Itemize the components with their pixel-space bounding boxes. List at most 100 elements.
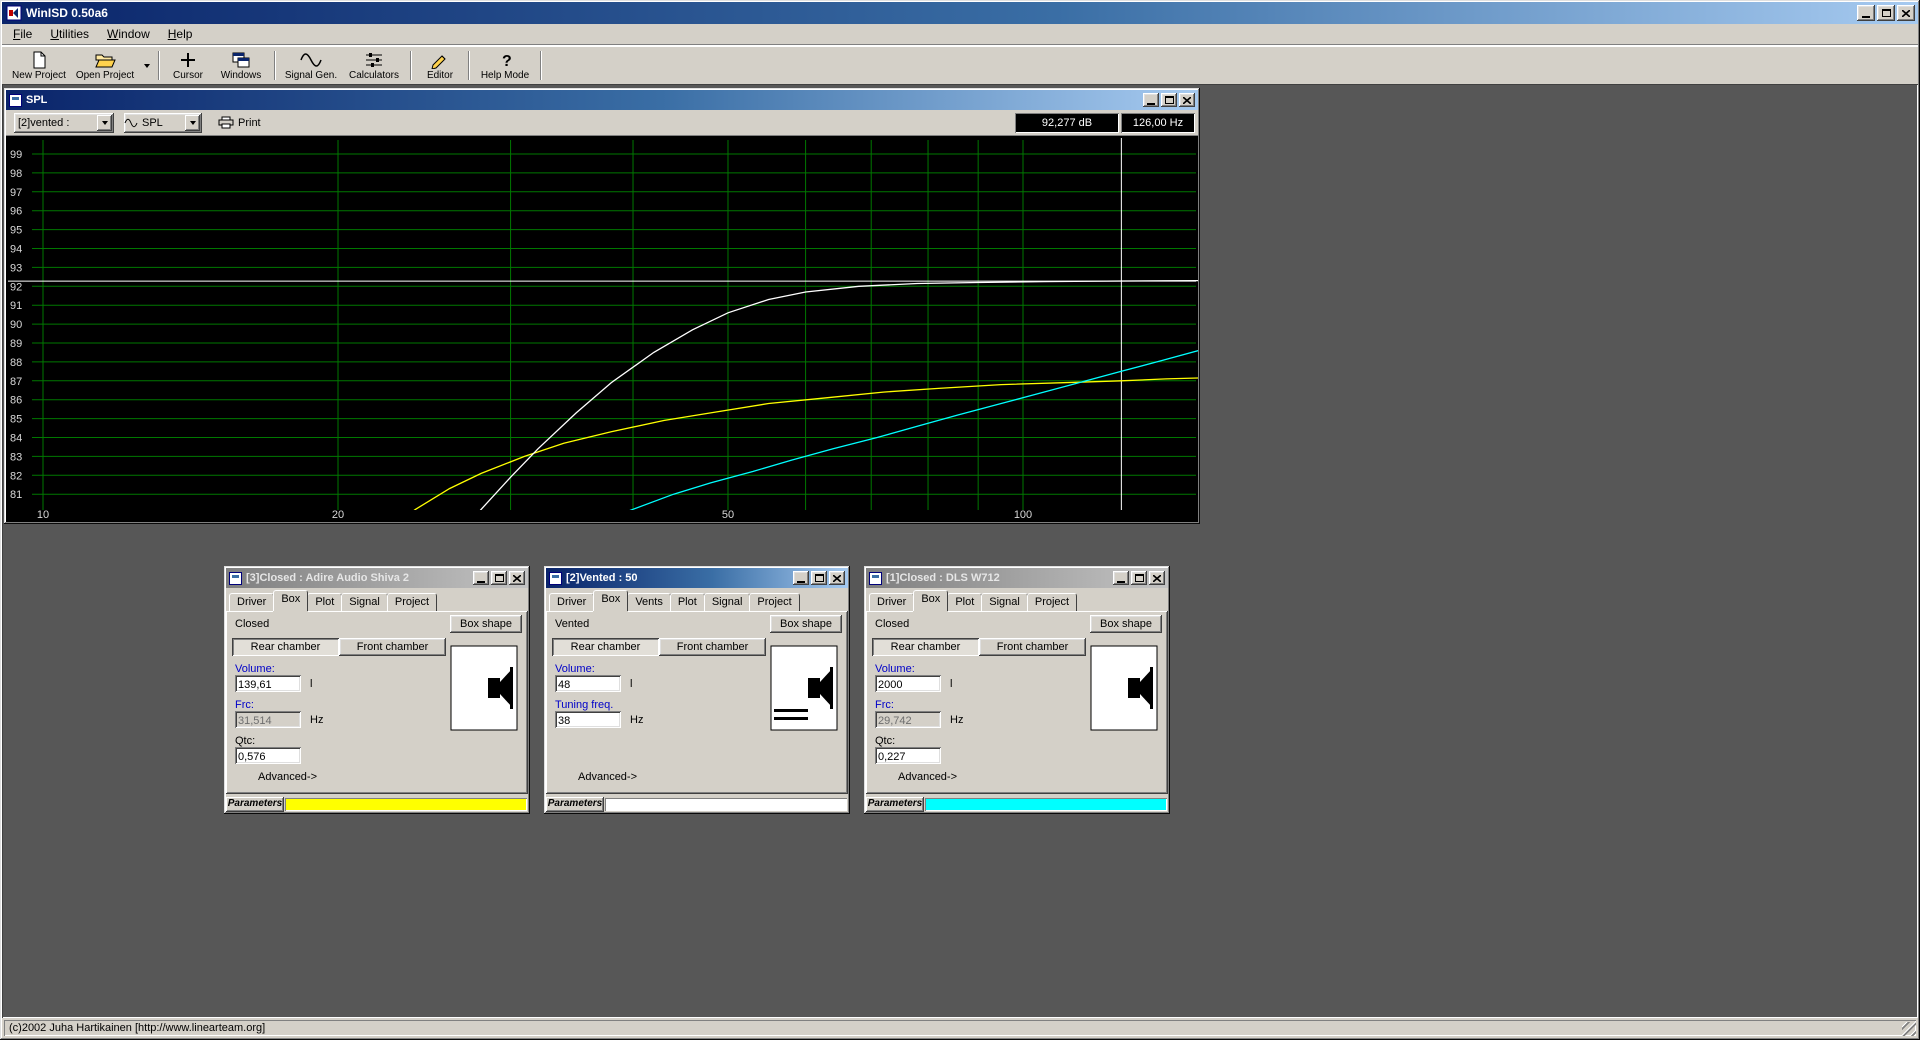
box-shape-button[interactable]: Box shape	[450, 615, 522, 633]
window-titlebar[interactable]: [3]Closed : Adire Audio Shiva 2	[226, 568, 528, 588]
spl-chart-canvas[interactable]: 9998979695949392919089888786858483828110…	[6, 136, 1198, 522]
tab-box[interactable]: Box	[273, 590, 308, 611]
menu-file[interactable]: File	[4, 24, 41, 44]
close-button[interactable]	[1149, 571, 1165, 585]
tab-project[interactable]: Project	[749, 593, 799, 611]
tuning-freq-input[interactable]	[555, 711, 621, 728]
volume-unit: l	[630, 678, 632, 690]
svg-text:84: 84	[10, 433, 22, 445]
svg-text:83: 83	[10, 451, 22, 463]
new-project-button[interactable]: New Project	[8, 48, 70, 83]
curve-color-stripe	[925, 798, 1167, 811]
qtc-label: Qtc:	[875, 735, 895, 747]
close-button[interactable]	[1179, 93, 1195, 107]
window-title: [3]Closed : Adire Audio Shiva 2	[246, 572, 409, 584]
front-chamber-button[interactable]: Front chamber	[659, 638, 766, 656]
qtc-input[interactable]	[235, 747, 301, 764]
front-chamber-button[interactable]: Front chamber	[339, 638, 446, 656]
volume-input[interactable]	[875, 675, 941, 692]
tab-box[interactable]: Box	[913, 590, 948, 611]
tuning-freq-label: Tuning freq.	[555, 699, 613, 711]
front-chamber-button[interactable]: Front chamber	[979, 638, 1086, 656]
volume-input[interactable]	[235, 675, 301, 692]
tab-project[interactable]: Project	[387, 593, 437, 611]
advanced-button[interactable]: Advanced->	[258, 771, 317, 783]
maximize-button[interactable]	[1131, 571, 1147, 585]
open-project-button[interactable]: Open Project	[70, 48, 140, 83]
close-button[interactable]	[829, 571, 845, 585]
tab-project[interactable]: Project	[1027, 593, 1077, 611]
volume-input[interactable]	[555, 675, 621, 692]
minimize-button[interactable]	[1143, 93, 1159, 107]
minimize-button[interactable]	[473, 571, 489, 585]
qtc-input[interactable]	[875, 747, 941, 764]
box-shape-button[interactable]: Box shape	[770, 615, 842, 633]
volume-label: Volume:	[555, 663, 595, 675]
menu-window[interactable]: Window	[98, 24, 159, 44]
open-project-dropdown-icon[interactable]	[144, 64, 150, 68]
rear-chamber-button[interactable]: Rear chamber	[552, 638, 659, 656]
tab-signal[interactable]: Signal	[704, 593, 751, 611]
resize-grip[interactable]	[1902, 1022, 1916, 1036]
spl-chart[interactable]: 9998979695949392919089888786858483828110…	[6, 136, 1198, 522]
parameters-tab[interactable]: Parameters	[546, 797, 604, 812]
tab-plot[interactable]: Plot	[947, 593, 982, 611]
tab-vents[interactable]: Vents	[627, 593, 671, 611]
close-button[interactable]	[509, 571, 525, 585]
close-button[interactable]	[1897, 5, 1915, 21]
spl-window-title: SPL	[26, 94, 47, 106]
tab-driver[interactable]: Driver	[869, 593, 914, 611]
open-project-icon	[94, 51, 116, 69]
tab-driver[interactable]: Driver	[549, 593, 594, 611]
app-title: WinISD 0.50a6	[26, 6, 108, 20]
maximize-button[interactable]	[811, 571, 827, 585]
signal-gen-button[interactable]: Signal Gen.	[280, 48, 342, 83]
cursor-button[interactable]: Cursor	[164, 48, 212, 83]
cascade-windows-icon	[230, 51, 252, 69]
box-type-label: Closed	[875, 618, 909, 630]
main-titlebar[interactable]: WinISD 0.50a6	[2, 2, 1918, 24]
print-button[interactable]: Print	[212, 112, 267, 134]
maximize-button[interactable]	[1877, 5, 1895, 21]
chevron-down-icon[interactable]	[97, 115, 112, 131]
tab-signal[interactable]: Signal	[341, 593, 388, 611]
box-window-dls: [1]Closed : DLS W712 Driver Box Plot Sig…	[864, 566, 1170, 814]
tab-box[interactable]: Box	[593, 590, 628, 611]
curve-color-stripe	[285, 798, 527, 811]
status-text: (c)2002 Juha Hartikainen [http://www.lin…	[4, 1020, 1916, 1036]
menu-help[interactable]: Help	[159, 24, 202, 44]
minimize-button[interactable]	[793, 571, 809, 585]
svg-text:98: 98	[10, 168, 22, 180]
menu-utilities[interactable]: Utilities	[41, 24, 98, 44]
plot-source-combo[interactable]: [2]vented :	[14, 113, 114, 133]
tab-driver[interactable]: Driver	[229, 593, 274, 611]
advanced-button[interactable]: Advanced->	[898, 771, 957, 783]
minimize-button[interactable]	[1857, 5, 1875, 21]
spl-toolbar: [2]vented : SPL	[6, 110, 1198, 136]
frc-input[interactable]	[875, 711, 941, 728]
rear-chamber-button[interactable]: Rear chamber	[232, 638, 339, 656]
parameters-tab[interactable]: Parameters	[226, 797, 284, 812]
svg-text:20: 20	[332, 509, 344, 521]
maximize-button[interactable]	[1161, 93, 1177, 107]
editor-button[interactable]: Editor	[416, 48, 464, 83]
rear-chamber-button[interactable]: Rear chamber	[872, 638, 979, 656]
frc-input[interactable]	[235, 711, 301, 728]
parameters-tab[interactable]: Parameters	[866, 797, 924, 812]
advanced-button[interactable]: Advanced->	[578, 771, 637, 783]
box-tab-page: Vented Box shape Rear chamber Front cham…	[546, 611, 848, 794]
windows-button[interactable]: Windows	[212, 48, 270, 83]
maximize-button[interactable]	[491, 571, 507, 585]
tab-signal[interactable]: Signal	[981, 593, 1028, 611]
window-titlebar[interactable]: [2]Vented : 50	[546, 568, 848, 588]
box-shape-button[interactable]: Box shape	[1090, 615, 1162, 633]
tab-plot[interactable]: Plot	[670, 593, 705, 611]
chevron-down-icon[interactable]	[185, 115, 200, 131]
tab-plot[interactable]: Plot	[307, 593, 342, 611]
window-titlebar[interactable]: [1]Closed : DLS W712	[866, 568, 1168, 588]
plot-type-combo[interactable]: SPL	[124, 113, 202, 133]
help-mode-button[interactable]: ? Help Mode	[474, 48, 536, 83]
minimize-button[interactable]	[1113, 571, 1129, 585]
calculators-button[interactable]: Calculators	[342, 48, 406, 83]
spl-titlebar[interactable]: SPL	[6, 90, 1198, 110]
